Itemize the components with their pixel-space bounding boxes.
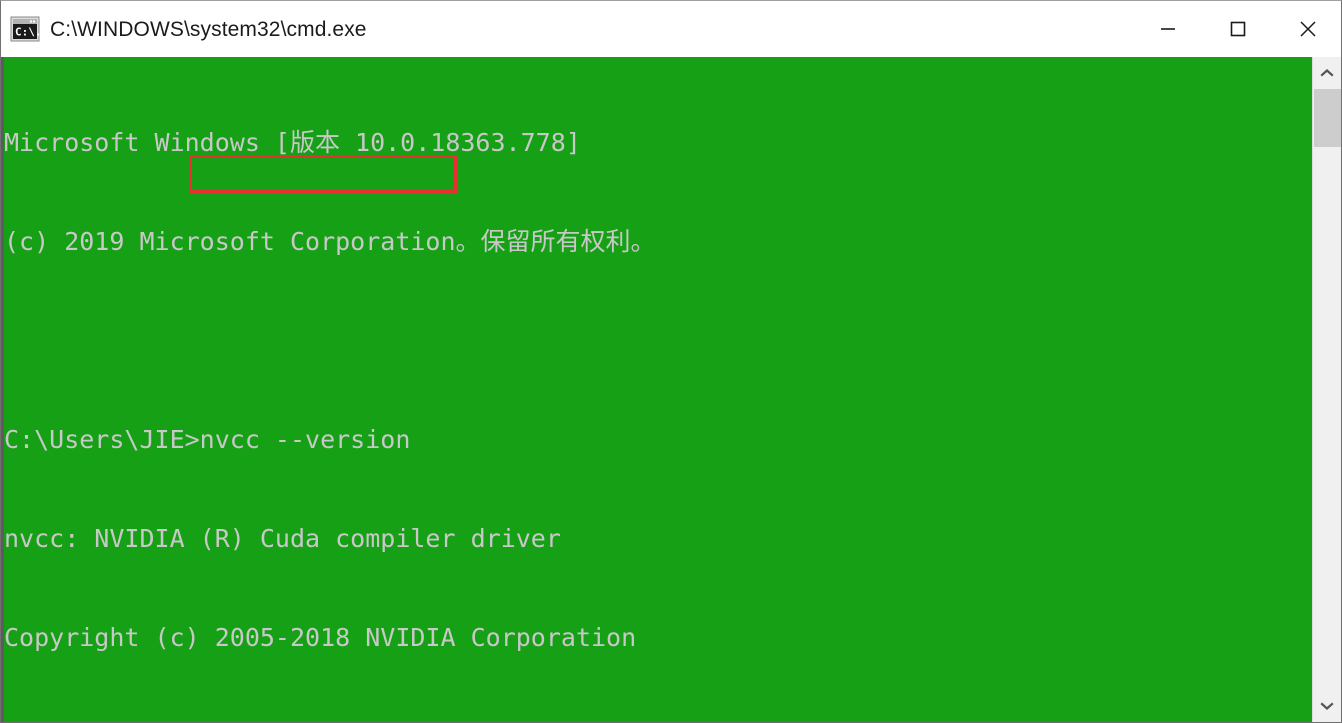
scroll-down-button[interactable] bbox=[1313, 690, 1341, 722]
window-title: C:\WINDOWS\system32\cmd.exe bbox=[50, 17, 367, 41]
cmd-console-icon: C:\. bbox=[10, 16, 42, 42]
console-line: Built on Sat_Aug_25_21:08:04_Central_Day… bbox=[4, 720, 1304, 722]
scrollbar-thumb[interactable] bbox=[1314, 89, 1341, 147]
scroll-up-button[interactable] bbox=[1313, 57, 1341, 89]
console-line: nvcc: NVIDIA (R) Cuda compiler driver bbox=[4, 524, 561, 553]
svg-text:C:\.: C:\. bbox=[15, 26, 40, 39]
maximize-button[interactable] bbox=[1203, 1, 1273, 57]
cmd-window: C:\. C:\WINDOWS\system32\cmd.exe Microso… bbox=[0, 0, 1342, 723]
window-controls bbox=[1133, 1, 1341, 57]
scrollbar-track[interactable] bbox=[1313, 89, 1341, 690]
console-text: Microsoft Windows [版本 10.0.18363.778] (c… bbox=[4, 57, 1304, 722]
console-line: (c) 2019 Microsoft Corporation。保留所有权利。 bbox=[4, 227, 656, 256]
console-line-command: C:\Users\JIE>nvcc --version bbox=[4, 425, 411, 454]
vertical-scrollbar[interactable] bbox=[1312, 57, 1341, 722]
console-output-area[interactable]: Microsoft Windows [版本 10.0.18363.778] (c… bbox=[1, 57, 1341, 722]
minimize-button[interactable] bbox=[1133, 1, 1203, 57]
console-line: Copyright (c) 2005-2018 NVIDIA Corporati… bbox=[4, 623, 637, 652]
title-bar[interactable]: C:\. C:\WINDOWS\system32\cmd.exe bbox=[1, 1, 1341, 57]
close-button[interactable] bbox=[1273, 1, 1341, 57]
console-line: Microsoft Windows [版本 10.0.18363.778] bbox=[4, 128, 581, 157]
